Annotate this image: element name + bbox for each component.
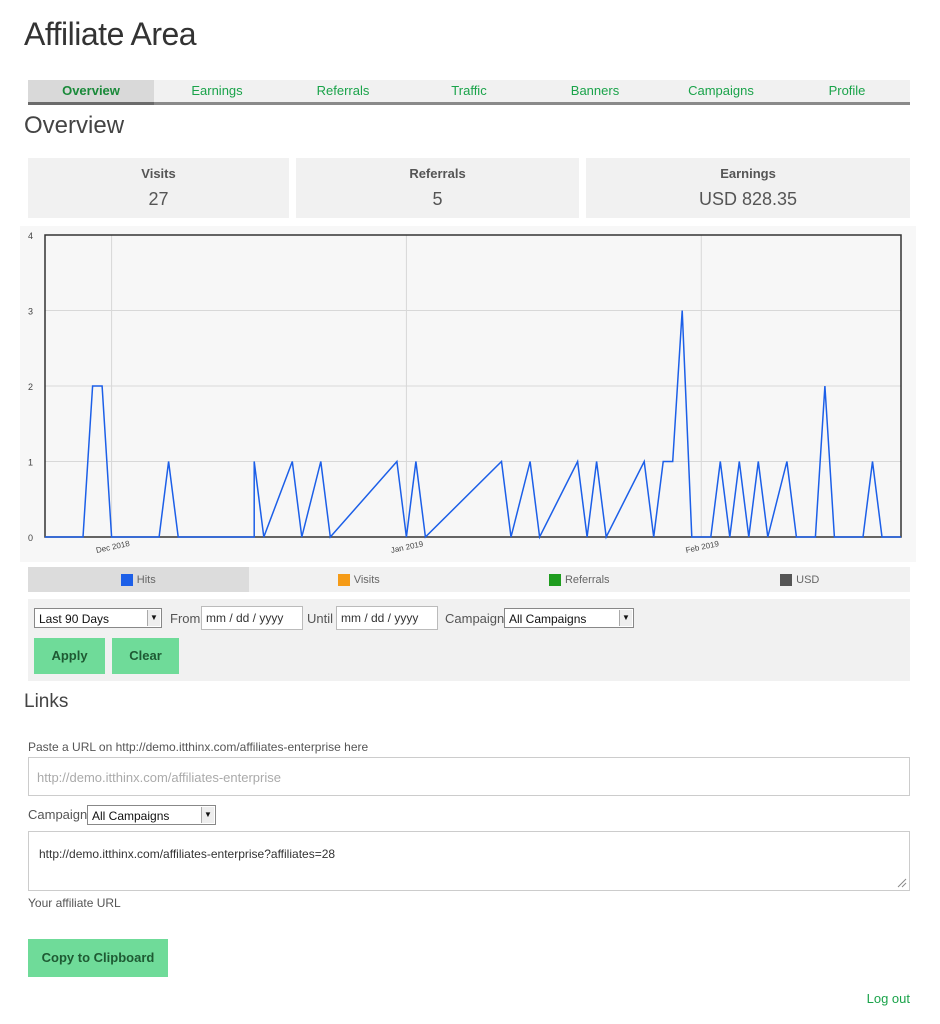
legend-visits[interactable]: Visits [249,567,470,592]
paste-url-label: Paste a URL on http://demo.itthinx.com/a… [28,740,369,754]
earnings-value: USD 828.35 [698,189,798,209]
copy-to-clipboard-button[interactable]: Copy to Clipboard [28,939,168,977]
url-input-placeholder: http://demo.itthinx.com/affiliates-enter… [37,770,281,785]
y-tick-label: 3 [28,307,33,317]
traffic-chart: 0 1 2 3 4 Dec 2018 Jan 2019 Feb 2019 [20,226,916,562]
x-tick-label: Feb 2019 [685,539,720,555]
clear-button[interactable]: Clear [112,638,179,674]
tab-campaigns[interactable]: Campaigns [658,80,784,102]
legend-hits-label: Hits [136,573,156,586]
chart-legend: Hits Visits Referrals USD [28,567,910,592]
x-tick-label: Jan 2019 [390,539,425,555]
y-tick-label: 1 [28,458,33,468]
chevron-down-icon: ▼ [147,610,160,626]
referrals-stat: Referrals 5 [296,158,579,218]
referrals-value: 5 [432,189,443,209]
campaign-select[interactable]: All Campaigns ▼ [504,608,634,628]
y-tick-label: 0 [28,533,33,543]
affiliate-url-textarea[interactable]: http://demo.itthinx.com/affiliates-enter… [28,831,910,891]
legend-hits[interactable]: Hits [28,567,249,592]
visits-label: Visits [141,166,176,181]
affiliate-url-value: http://demo.itthinx.com/affiliates-enter… [39,847,336,861]
referrals-swatch [548,573,561,586]
hits-swatch [120,573,133,586]
legend-usd[interactable]: USD [690,567,911,592]
from-date-input[interactable]: mm / dd / yyyy [201,606,303,630]
y-tick-label: 2 [28,382,33,392]
range-select[interactable]: Last 90 Days ▼ [34,608,162,628]
tab-bar: Overview Earnings Referrals Traffic Bann… [28,80,910,105]
legend-usd-label: USD [796,573,820,586]
logout-link[interactable]: Log out [867,991,910,1006]
visits-value: 27 [148,189,169,209]
links-campaign-select[interactable]: All Campaigns ▼ [87,805,216,825]
referrals-label: Referrals [409,166,466,181]
legend-referrals-label: Referrals [564,573,610,586]
links-campaign-value: All Campaigns [92,809,170,823]
your-affiliate-url-label: Your affiliate URL [28,896,121,910]
earnings-label: Earnings [720,166,776,181]
chevron-down-icon: ▼ [619,610,632,626]
tab-referrals[interactable]: Referrals [280,80,406,102]
resize-handle-icon[interactable] [897,878,907,888]
links-heading: Links [24,691,69,712]
campaign-select-value: All Campaigns [509,612,587,626]
visits-swatch [337,573,350,586]
page-title: Affiliate Area [24,16,197,52]
links-campaign-label: Campaign [28,807,88,822]
earnings-stat: Earnings USD 828.35 [586,158,910,218]
tab-traffic[interactable]: Traffic [406,80,532,102]
chevron-down-icon: ▼ [201,807,214,823]
campaign-label: Campaign [445,611,505,626]
url-input[interactable]: http://demo.itthinx.com/affiliates-enter… [28,757,910,796]
visits-stat: Visits 27 [28,158,289,218]
tab-banners[interactable]: Banners [532,80,658,102]
filter-panel: Last 90 Days ▼ From mm / dd / yyyy Until… [28,599,910,681]
tab-earnings[interactable]: Earnings [154,80,280,102]
overview-heading: Overview [24,112,125,139]
usd-swatch [780,573,793,586]
until-label: Until [307,611,334,626]
range-select-value: Last 90 Days [39,612,110,626]
apply-button[interactable]: Apply [34,638,105,674]
tab-overview[interactable]: Overview [28,80,154,105]
tab-profile[interactable]: Profile [784,80,910,102]
traffic-chart-svg: 0 1 2 3 4 Dec 2018 Jan 2019 Feb 2019 [28,231,902,555]
x-tick-label: Dec 2018 [95,539,131,555]
y-tick-label: 4 [28,231,33,241]
legend-referrals[interactable]: Referrals [469,567,690,592]
legend-visits-label: Visits [353,573,380,586]
from-label: From [170,611,201,626]
until-date-input[interactable]: mm / dd / yyyy [336,606,438,630]
